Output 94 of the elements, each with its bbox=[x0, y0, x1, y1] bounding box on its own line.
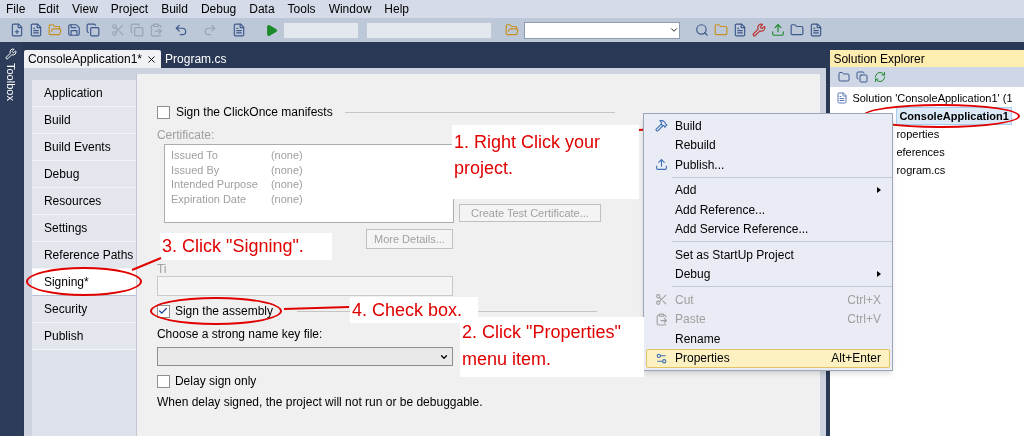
checkbox[interactable] bbox=[156, 374, 170, 388]
menu-item[interactable]: Window bbox=[328, 0, 372, 18]
tree-item[interactable]: ConsoleApplication1 bbox=[896, 106, 1012, 126]
menu-item-icon bbox=[654, 119, 668, 133]
menu-item[interactable]: Rebuild bbox=[647, 135, 889, 155]
nav-tab[interactable]: Build bbox=[31, 107, 136, 134]
leader-line bbox=[283, 306, 350, 310]
folder-icon[interactable] bbox=[838, 71, 851, 83]
panel-title: Solution Explorer bbox=[830, 50, 1024, 67]
menu-item[interactable]: Add bbox=[647, 180, 889, 200]
document-tab[interactable]: ConsoleApplication1* bbox=[23, 50, 162, 68]
checkbox-label: Sign the assembly bbox=[174, 303, 273, 320]
menu-item[interactable]: Add Service Reference... bbox=[647, 219, 889, 239]
navigate-icon[interactable] bbox=[232, 23, 246, 37]
tree-item[interactable]: Solution 'ConsoleApplication1' (1 bbox=[850, 89, 1015, 107]
close-icon[interactable] bbox=[146, 53, 158, 65]
folder-icon[interactable] bbox=[714, 23, 728, 37]
menu-item[interactable]: Debug bbox=[200, 0, 237, 18]
nav-tab[interactable]: Debug bbox=[31, 161, 136, 188]
menu-item[interactable]: Publish... bbox=[647, 155, 889, 175]
checkbox-label: Delay sign only bbox=[174, 373, 257, 390]
menu-item-icon bbox=[654, 158, 668, 172]
menu-item-icon bbox=[654, 351, 668, 365]
submenu-arrow-icon bbox=[877, 271, 881, 278]
menu-item[interactable]: Set as StartUp Project bbox=[647, 245, 889, 265]
nav-tab[interactable]: Security bbox=[31, 296, 136, 323]
toolbox-label: Toolbox bbox=[4, 63, 19, 101]
add-item-icon[interactable] bbox=[29, 23, 43, 37]
menu-item[interactable]: Build bbox=[161, 0, 188, 18]
copy-icon[interactable] bbox=[856, 71, 869, 83]
submenu-arrow-icon bbox=[877, 187, 881, 194]
certificate-field-value: (none) bbox=[270, 191, 303, 205]
export-icon[interactable] bbox=[771, 23, 785, 37]
annotation-note: 3. Click "Signing". bbox=[160, 233, 332, 260]
menu-item[interactable]: Data bbox=[249, 0, 275, 18]
tools-icon[interactable] bbox=[752, 23, 766, 37]
certificate-field-label: Issued To bbox=[170, 148, 219, 162]
menu-item[interactable]: View bbox=[72, 0, 98, 18]
tree-item[interactable]: rogram.cs bbox=[894, 161, 948, 179]
certificate-field-value: (none) bbox=[270, 162, 303, 176]
document-icon[interactable] bbox=[733, 23, 747, 37]
tree-item[interactable]: eferences bbox=[894, 143, 947, 161]
menu-item[interactable]: Properties Alt+Enter bbox=[646, 348, 890, 368]
certificate-field-value: (none) bbox=[270, 177, 303, 191]
menu-item[interactable]: Build bbox=[647, 116, 889, 136]
menu-item[interactable]: Tools bbox=[287, 0, 316, 18]
annotation-note: 4. Check box. bbox=[350, 297, 478, 323]
menu-item-icon bbox=[654, 293, 668, 307]
checkbox[interactable] bbox=[156, 105, 170, 119]
new-project-icon[interactable] bbox=[10, 23, 24, 37]
timestamp-label: Ti bbox=[156, 262, 167, 276]
nav-tab[interactable]: Resources bbox=[31, 188, 136, 215]
nav-tab[interactable]: Application bbox=[31, 80, 136, 107]
certificate-field-value: (none) bbox=[270, 148, 303, 162]
save-all-icon[interactable] bbox=[86, 23, 100, 37]
window-icon[interactable] bbox=[809, 23, 823, 37]
annotation-note: 2. Click "Properties" menu item. bbox=[460, 317, 644, 377]
toolbox-icon bbox=[4, 48, 17, 60]
search-icon[interactable] bbox=[695, 23, 709, 37]
menu-item[interactable]: Help bbox=[384, 0, 409, 18]
undo-icon[interactable] bbox=[174, 23, 188, 37]
nav-tab[interactable]: Publish bbox=[31, 323, 136, 350]
menu-item[interactable]: Rename bbox=[647, 329, 889, 349]
annotation-note: 1. Right Click your project. bbox=[452, 125, 639, 199]
component-icon[interactable] bbox=[790, 23, 804, 37]
menu-item-icon bbox=[654, 312, 668, 326]
find-dropdown[interactable] bbox=[524, 21, 680, 39]
key-file-dropdown[interactable] bbox=[156, 347, 453, 366]
timestamp-field[interactable] bbox=[156, 276, 453, 296]
refresh-icon[interactable] bbox=[874, 71, 887, 83]
menu-item[interactable]: Add Reference... bbox=[647, 200, 889, 220]
menu-item[interactable]: File bbox=[6, 0, 26, 18]
nav-tab[interactable]: Settings bbox=[31, 215, 136, 242]
certificate-field-label: Intended Purpose bbox=[170, 177, 259, 191]
menu-item[interactable]: Debug bbox=[647, 264, 889, 284]
certificate-field-label: Expiration Date bbox=[170, 191, 248, 205]
menu-item[interactable]: Project bbox=[110, 0, 149, 18]
save-icon[interactable] bbox=[67, 23, 81, 37]
document-tab[interactable]: Program.cs bbox=[161, 50, 231, 68]
delay-sign-note: When delay signed, the project will not run or be debuggable. bbox=[156, 394, 483, 411]
solution-icon bbox=[836, 92, 849, 104]
open-folder-icon[interactable] bbox=[505, 23, 519, 37]
nav-tab[interactable]: Build Events bbox=[31, 134, 136, 161]
menu-item[interactable]: Edit bbox=[38, 0, 60, 18]
checkbox[interactable] bbox=[156, 304, 170, 318]
key-file-label: Choose a strong name key file: bbox=[156, 326, 323, 343]
start-icon[interactable] bbox=[265, 23, 278, 37]
open-folder-icon[interactable] bbox=[48, 23, 62, 37]
toolbox-strip[interactable]: Toolbox bbox=[0, 42, 22, 436]
tree-item[interactable]: roperties bbox=[894, 125, 942, 143]
certificate-field-label: Issued By bbox=[170, 162, 221, 176]
certificate-label: Certificate: bbox=[156, 127, 215, 144]
nav-tab[interactable]: Reference Paths bbox=[31, 242, 136, 269]
checkbox-label: Sign the ClickOnce manifests bbox=[175, 104, 333, 121]
